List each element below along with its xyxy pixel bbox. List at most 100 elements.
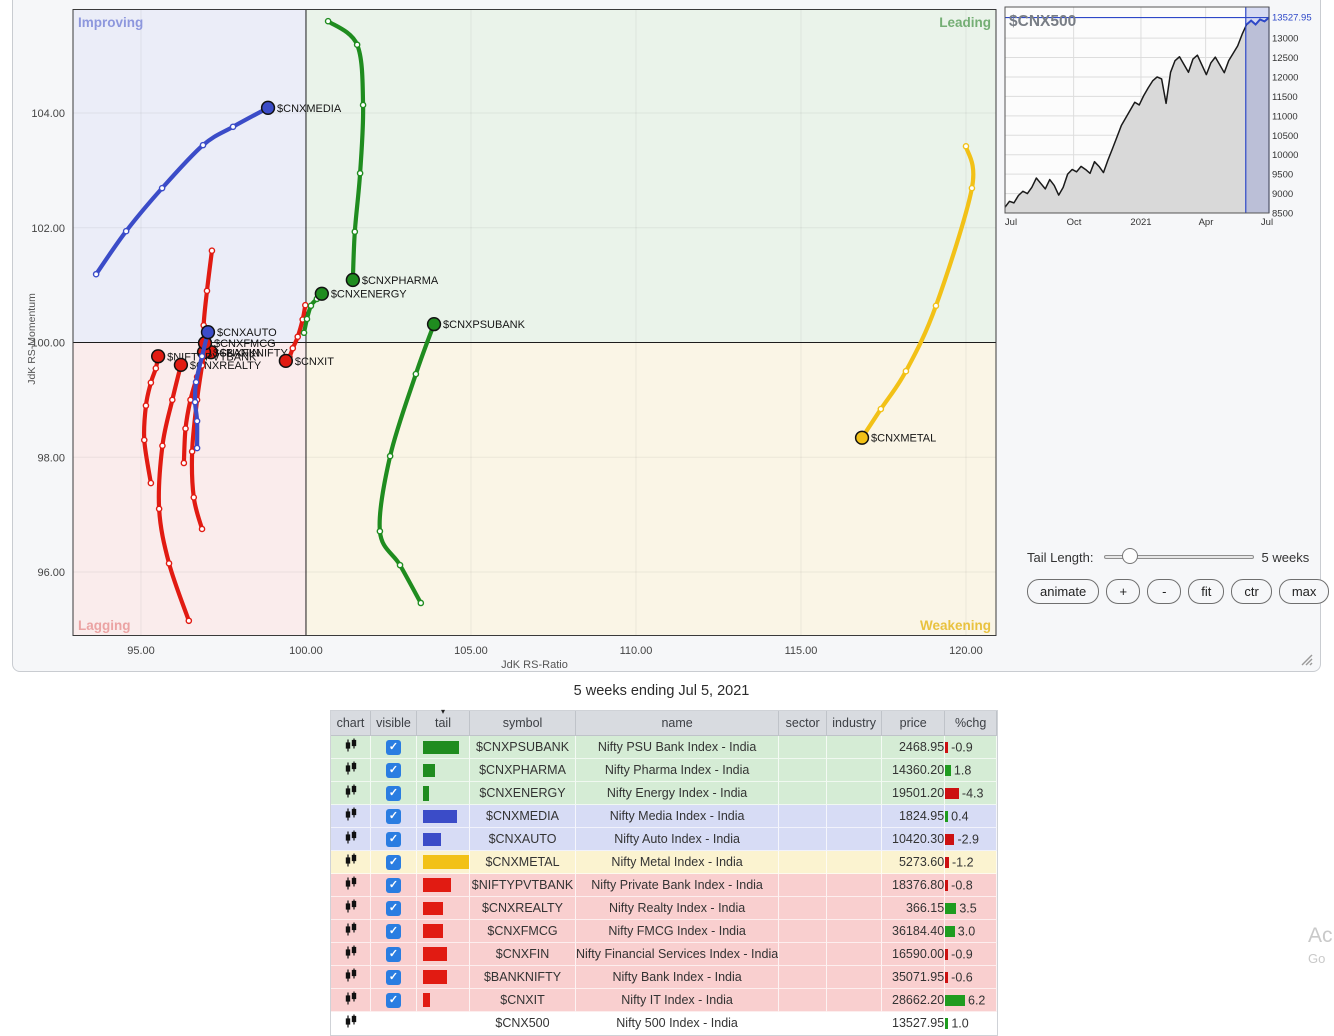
head-$CNXIT[interactable] <box>279 354 292 367</box>
ov-y-tick: 8500 <box>1272 209 1293 220</box>
slider-handle[interactable] <box>1122 548 1138 564</box>
chart-icon[interactable] <box>344 738 358 753</box>
price-cell: 16590.00 <box>882 943 945 966</box>
animate-button[interactable]: animate <box>1027 579 1099 604</box>
industry-cell <box>827 966 882 989</box>
chg-down-bar <box>945 949 948 960</box>
overview-chart[interactable]: 13527.9513000125001200011500110001050010… <box>1004 6 1334 234</box>
head-$CNXPHARMA[interactable] <box>346 274 359 287</box>
head-$CNXENERGY[interactable] <box>315 287 328 300</box>
fit-button[interactable]: fit <box>1188 579 1224 604</box>
visible-checkbox[interactable]: ✓ <box>386 809 401 824</box>
col-header-chart[interactable]: chart <box>331 711 371 736</box>
chart-icon[interactable] <box>344 968 358 983</box>
table-row: ✓$CNXFINNifty Financial Services Index -… <box>331 943 997 966</box>
tail-length-slider[interactable] <box>1104 548 1254 566</box>
name-cell: Nifty Bank Index - India <box>576 966 779 989</box>
visible-checkbox[interactable]: ✓ <box>386 878 401 893</box>
chart-icon[interactable] <box>344 991 358 1006</box>
tail-point <box>325 19 330 24</box>
col-header-name[interactable]: name <box>576 711 779 736</box>
chart-icon[interactable] <box>344 807 358 822</box>
tail-point <box>903 369 908 374</box>
name-cell: Nifty IT Index - India <box>576 989 779 1012</box>
resize-handle-icon[interactable] <box>1298 651 1314 667</box>
head-$CNXMETAL[interactable] <box>856 431 869 444</box>
industry-cell <box>827 736 882 759</box>
table-row: ✓$CNXPSUBANKNifty PSU Bank Index - India… <box>331 736 997 759</box>
visible-checkbox[interactable]: ✓ <box>386 832 401 847</box>
col-header-pctchg[interactable]: %chg <box>945 711 997 736</box>
head-$CNXMEDIA[interactable] <box>262 101 275 114</box>
chart-icon[interactable] <box>344 1014 358 1029</box>
col-header-industry[interactable]: industry <box>827 711 882 736</box>
ov-highlight-band[interactable] <box>1246 7 1269 213</box>
price-cell: 366.15 <box>882 897 945 920</box>
tail-point <box>193 400 198 405</box>
tail-point <box>143 403 148 408</box>
label-$CNXAUTO: $CNXAUTO <box>217 327 277 339</box>
col-header-sector[interactable]: sector <box>779 711 827 736</box>
chg-down-bar <box>945 834 954 845</box>
price-cell: 1824.95 <box>882 805 945 828</box>
zoom-in-button[interactable]: + <box>1106 579 1140 604</box>
chart-icon[interactable] <box>344 853 358 868</box>
symbol-cell: $CNXFMCG <box>470 920 576 943</box>
col-header-price[interactable]: price <box>882 711 945 736</box>
zoom-out-button[interactable]: - <box>1147 579 1181 604</box>
tail-point <box>969 186 974 191</box>
col-header-symbol[interactable]: symbol <box>470 711 576 736</box>
col-header-tail[interactable]: tail▾ <box>417 711 470 736</box>
max-button[interactable]: max <box>1279 579 1330 604</box>
chart-icon[interactable] <box>344 761 358 776</box>
ctr-button[interactable]: ctr <box>1231 579 1271 604</box>
rrg-chart[interactable]: 95.00100.00105.00110.00115.00120.0096.00… <box>21 9 1021 673</box>
tail-swatch <box>423 741 459 754</box>
tail-point <box>193 379 198 384</box>
chart-icon[interactable] <box>344 876 358 891</box>
sector-cell <box>779 759 827 782</box>
tail-swatch <box>423 764 435 777</box>
symbol-cell: $BANKNIFTY <box>470 966 576 989</box>
sector-cell <box>779 828 827 851</box>
symbol-cell: $CNXENERGY <box>470 782 576 805</box>
head-$CNXPSUBANK[interactable] <box>428 318 441 331</box>
chart-icon[interactable] <box>344 784 358 799</box>
visible-checkbox[interactable]: ✓ <box>386 740 401 755</box>
tail-point <box>160 186 165 191</box>
chg-down-bar <box>945 857 949 868</box>
visible-checkbox[interactable]: ✓ <box>386 947 401 962</box>
tail-point <box>303 303 308 308</box>
chg-up-bar <box>945 765 951 776</box>
chart-icon[interactable] <box>344 830 358 845</box>
tail-point <box>148 480 153 485</box>
visible-checkbox[interactable]: ✓ <box>386 763 401 778</box>
head-$CNXREALTY[interactable] <box>175 358 188 371</box>
visible-checkbox[interactable]: ✓ <box>386 993 401 1008</box>
industry-cell <box>827 851 882 874</box>
col-header-visible[interactable]: visible <box>371 711 417 736</box>
head-$CNXAUTO[interactable] <box>202 326 215 339</box>
tail-point <box>418 600 423 605</box>
visible-checkbox[interactable]: ✓ <box>386 855 401 870</box>
tail-point <box>191 495 196 500</box>
table-row: ✓$BANKNIFTYNifty Bank Index - India35071… <box>331 966 997 989</box>
visible-checkbox[interactable]: ✓ <box>386 901 401 916</box>
table-row: ✓$CNXAUTONifty Auto Index - India10420.3… <box>331 828 997 851</box>
visible-checkbox[interactable]: ✓ <box>386 786 401 801</box>
sector-cell <box>779 782 827 805</box>
chart-icon[interactable] <box>344 899 358 914</box>
visible-checkbox[interactable]: ✓ <box>386 970 401 985</box>
price-cell: 10420.30 <box>882 828 945 851</box>
watermark-line1: Ac <box>1308 924 1333 948</box>
ov-y-tick: 9500 <box>1272 170 1293 181</box>
head-$NIFTYPVTBANK[interactable] <box>152 350 165 363</box>
ov-y-tick: 9000 <box>1272 189 1293 200</box>
chart-icon[interactable] <box>344 945 358 960</box>
sector-cell <box>779 989 827 1012</box>
chart-icon[interactable] <box>344 922 358 937</box>
symbol-cell: $CNXPSUBANK <box>470 736 576 759</box>
price-cell: 14360.20 <box>882 759 945 782</box>
visible-checkbox[interactable]: ✓ <box>386 924 401 939</box>
tail-point <box>204 288 209 293</box>
